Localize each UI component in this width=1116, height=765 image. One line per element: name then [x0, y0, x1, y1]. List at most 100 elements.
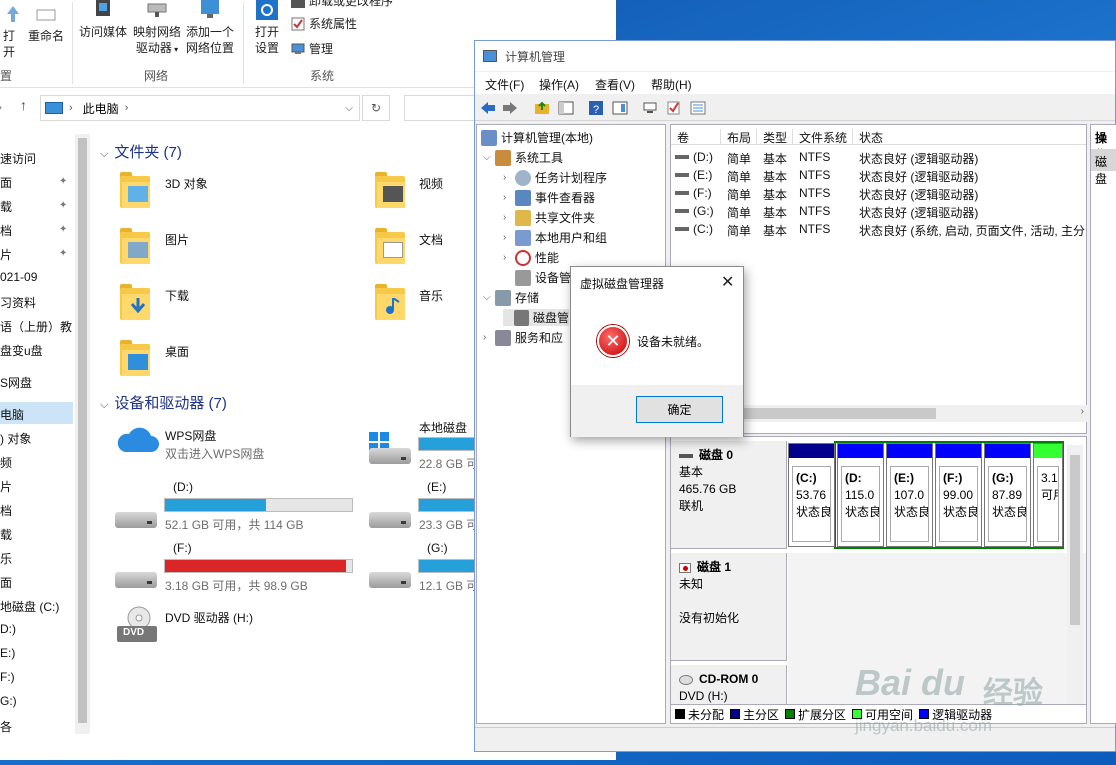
tree-shared-folders[interactable]: › 共享文件夹 — [503, 209, 595, 226]
tree-task-scheduler[interactable]: › 任务计划程序 — [503, 169, 607, 186]
nav-item[interactable]: F:) — [0, 670, 15, 684]
folder-3d-objects-label[interactable]: 3D 对象 — [165, 175, 208, 192]
partition-block[interactable]: 3.1 可用 — [1033, 443, 1063, 547]
chevron-right-icon[interactable]: › — [483, 332, 495, 343]
nav-item[interactable]: G:) — [0, 694, 17, 708]
folder-pictures-icon[interactable] — [120, 228, 150, 264]
nav-item[interactable]: S网盘 — [0, 374, 32, 391]
nav-item[interactable]: 电脑 — [0, 402, 73, 424]
breadcrumb-chevron-icon[interactable]: › — [125, 102, 129, 114]
chevron-right-icon[interactable]: › — [503, 252, 515, 263]
nav-item[interactable]: D:) — [0, 622, 16, 636]
pin-icon[interactable]: ✦ — [59, 224, 67, 235]
nav-item[interactable]: 地磁盘 (C:) — [0, 598, 59, 615]
partition-block[interactable]: (E:) 107.0 状态良 — [886, 443, 933, 547]
wps-drive-name[interactable]: WPS网盘 — [165, 427, 216, 444]
menu-file[interactable]: 文件(F) — [485, 76, 524, 93]
disk1-label[interactable]: 磁盘 1 未知 没有初始化 — [671, 553, 787, 661]
properties-icon[interactable] — [611, 99, 629, 117]
folder-videos-icon[interactable] — [375, 172, 405, 208]
tree-services[interactable]: › 服务和应 — [483, 329, 563, 346]
chevron-right-icon[interactable]: › — [503, 232, 515, 243]
drive-e-name[interactable]: (E:) — [427, 480, 446, 494]
nav-item[interactable]: 乐 — [0, 550, 12, 567]
tree-device-manager[interactable]: 设备管 — [503, 269, 571, 286]
folder-documents-icon[interactable] — [375, 228, 405, 264]
folder-downloads-icon[interactable] — [120, 284, 150, 320]
cloud-icon[interactable] — [115, 426, 159, 456]
pin-icon[interactable]: ✦ — [59, 200, 67, 211]
folder-desktop-label[interactable]: 桌面 — [165, 343, 189, 360]
folder-documents-label[interactable]: 文档 — [419, 231, 443, 248]
partition-block[interactable]: (F:) 99.00 状态良 — [935, 443, 982, 547]
rename-button[interactable]: 重命名 — [26, 4, 66, 44]
chevron-down-icon[interactable]: ⌵ — [345, 103, 353, 114]
nav-item[interactable]: 档 — [0, 502, 12, 519]
tree-system-tools[interactable]: ⌵ 系统工具 — [483, 149, 563, 166]
cm-title-bar[interactable]: 计算机管理 — [475, 41, 1115, 71]
up-folder-icon[interactable] — [533, 99, 551, 117]
nav-item[interactable]: 面 — [0, 574, 12, 591]
partition-block[interactable]: (D: 115.0 状态良 — [837, 443, 884, 547]
open-button[interactable]: 打开 — [0, 4, 19, 60]
checkmark-icon[interactable] — [665, 99, 683, 117]
nav-item[interactable]: 速访问 — [0, 150, 36, 167]
chevron-right-icon[interactable]: › — [503, 212, 515, 223]
folder-music-icon[interactable] — [375, 284, 405, 320]
nav-item[interactable]: 频 — [0, 454, 12, 471]
volume-row[interactable]: (F:) 简单 基本 NTFS 状态良好 (逻辑驱动器) — [671, 184, 1086, 202]
disk1-area[interactable] — [788, 553, 1086, 665]
tree-local-users[interactable]: › 本地用户和组 — [503, 229, 607, 246]
nav-item[interactable]: 语（上册）教 — [0, 318, 72, 335]
drive-d-name[interactable]: (D:) — [173, 480, 193, 494]
col-volume[interactable]: 卷 — [671, 129, 721, 145]
devices-section-header[interactable]: ⌵ 设备和驱动器 (7) — [100, 392, 227, 413]
nav-item[interactable]: 档 — [0, 222, 12, 239]
drive-g-icon[interactable] — [369, 566, 411, 590]
drive-d-icon[interactable] — [115, 506, 157, 530]
menu-action[interactable]: 操作(A) — [539, 76, 579, 93]
partition-block[interactable]: (G:) 87.89 状态良 — [984, 443, 1031, 547]
address-input[interactable]: › 此电脑 › ⌵ — [40, 95, 360, 121]
volume-row[interactable]: (G:) 简单 基本 NTFS 状态良好 (逻辑驱动器) — [671, 202, 1086, 220]
nav-item[interactable]: 021-09 — [0, 270, 37, 284]
folder-desktop-icon[interactable] — [120, 340, 150, 376]
folder-pictures-label[interactable]: 图片 — [165, 231, 189, 248]
nav-item[interactable]: 盘变u盘 — [0, 342, 43, 359]
nav-item[interactable]: 片 — [0, 246, 12, 263]
dvd-drive-icon[interactable]: DVD — [115, 606, 159, 646]
chevron-right-icon[interactable]: › — [0, 100, 2, 114]
drive-e-icon[interactable] — [369, 506, 411, 530]
tree-storage[interactable]: ⌵ 存储 — [483, 289, 539, 306]
list-view-icon[interactable] — [689, 99, 707, 117]
menu-help[interactable]: 帮助(H) — [651, 76, 692, 93]
folder-downloads-label[interactable]: 下载 — [165, 287, 189, 304]
nav-item[interactable]: 载 — [0, 526, 12, 543]
access-media-button[interactable]: 访问媒体 — [78, 0, 128, 40]
nav-scroll-thumb[interactable] — [78, 138, 87, 723]
chevron-down-icon[interactable]: ⌵ — [483, 152, 495, 163]
drive-c-icon[interactable] — [369, 442, 411, 466]
pin-icon[interactable]: ✦ — [59, 176, 67, 187]
chevron-right-icon[interactable]: › — [1081, 406, 1084, 417]
disk-scroll-thumb[interactable] — [1070, 455, 1080, 625]
folder-3d-objects-icon[interactable] — [120, 172, 150, 208]
forward-arrow-icon[interactable] — [501, 99, 519, 117]
map-network-drive-button[interactable]: 映射网络 驱动器 ▾ — [130, 0, 184, 58]
col-type[interactable]: 类型 — [757, 129, 793, 145]
actions-disk-item[interactable]: 磁盘 — [1091, 149, 1116, 186]
back-arrow-icon[interactable] — [479, 99, 497, 117]
volume-row[interactable]: (E:) 简单 基本 NTFS 状态良好 (逻辑驱动器) — [671, 166, 1086, 184]
nav-item[interactable]: E:) — [0, 646, 15, 660]
dvd-drive-name[interactable]: DVD 驱动器 (H:) — [165, 609, 253, 626]
nav-scrollbar[interactable] — [75, 134, 90, 734]
drive-f-icon[interactable] — [115, 566, 157, 590]
tree-root[interactable]: 计算机管理(本地) — [481, 129, 593, 146]
nav-item[interactable]: ) 对象 — [0, 430, 31, 447]
chevron-right-icon[interactable]: › — [503, 172, 515, 183]
drive-c-name[interactable]: 本地磁盘 — [419, 419, 467, 436]
drive-g-name[interactable]: (G:) — [427, 541, 448, 555]
connect-icon[interactable] — [641, 99, 659, 117]
up-arrow-icon[interactable]: ↑ — [20, 97, 27, 113]
nav-item[interactable]: 习资料 — [0, 294, 36, 311]
